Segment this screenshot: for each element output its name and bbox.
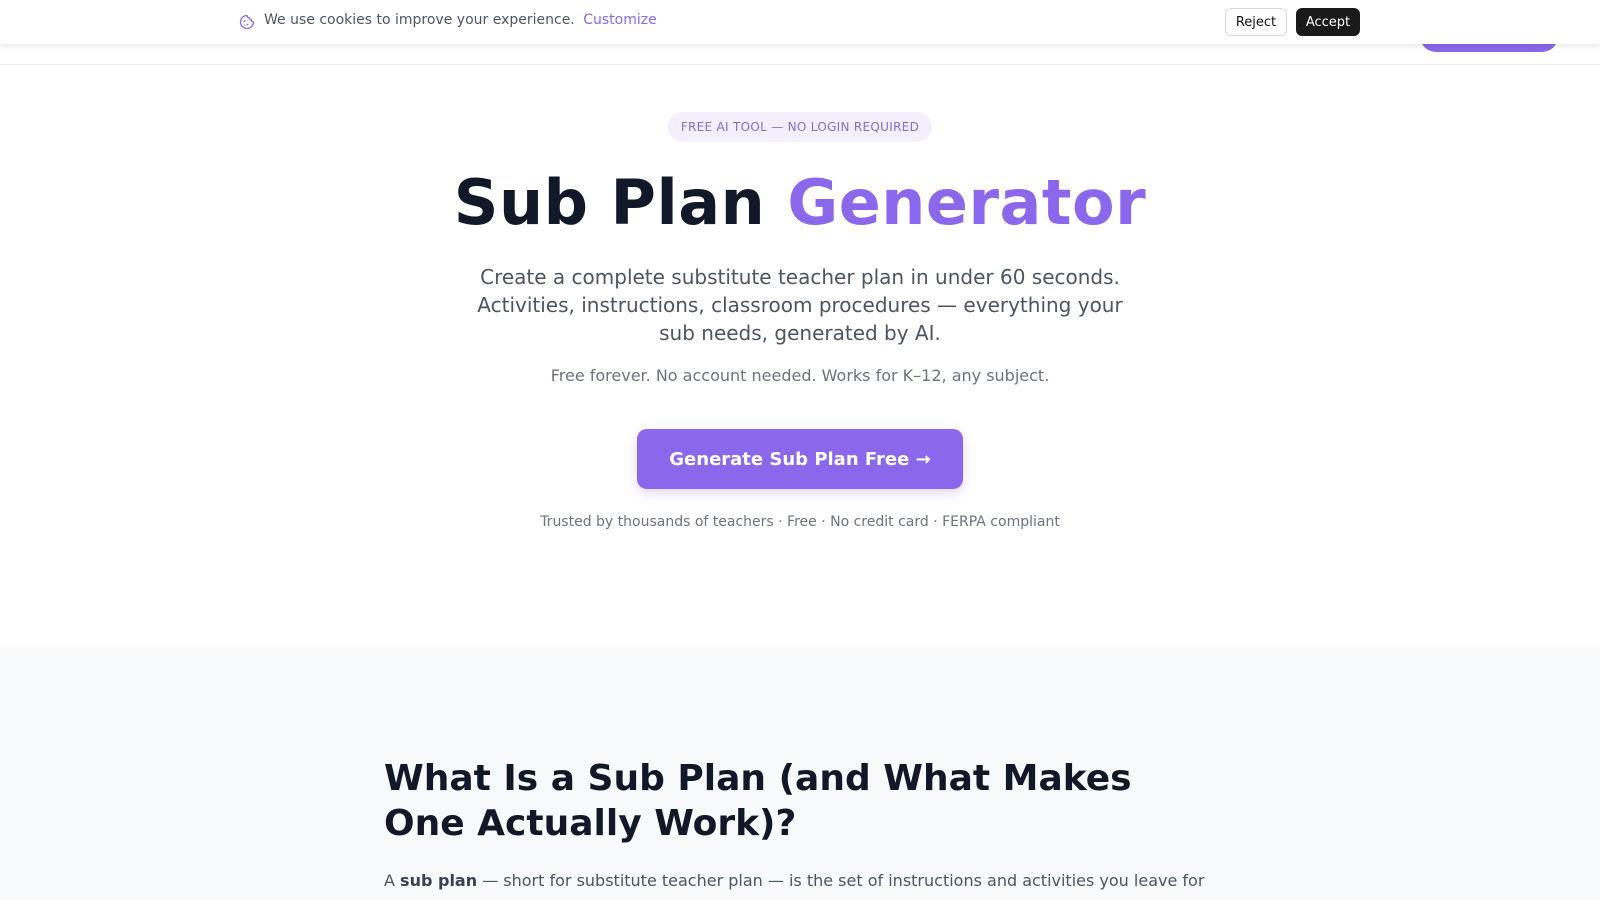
generate-sub-plan-button[interactable]: Generate Sub Plan Free → bbox=[637, 429, 963, 489]
hero-subtext: Free forever. No account needed. Works f… bbox=[550, 366, 1050, 385]
cookie-icon bbox=[239, 14, 255, 30]
accept-button[interactable]: Accept bbox=[1296, 8, 1360, 36]
reject-button[interactable]: Reject bbox=[1225, 8, 1287, 36]
hero-description: Create a complete substitute teacher pla… bbox=[477, 265, 1123, 345]
hero-badge: FREE AI TOOL — NO LOGIN REQUIRED bbox=[667, 112, 933, 142]
section-body: A sub plan — short for substitute teache… bbox=[384, 871, 1224, 890]
title-accent: Generator bbox=[787, 166, 1147, 239]
customize-link[interactable]: Customize bbox=[583, 12, 657, 28]
section-title: What Is a Sub Plan (and What Makes One A… bbox=[384, 758, 1132, 844]
cookie-message: We use cookies to improve your experienc… bbox=[264, 12, 657, 28]
page-title: Sub Plan Generator bbox=[0, 166, 1600, 239]
hero-section: FREE AI TOOL — NO LOGIN REQUIRED Sub Pla… bbox=[0, 65, 1600, 645]
body-rest: — short for substitute teacher plan — is… bbox=[482, 871, 1205, 890]
body-bold: sub plan bbox=[400, 871, 478, 890]
what-is-section: What Is a Sub Plan (and What Makes One A… bbox=[0, 645, 1600, 900]
cookie-message-text: We use cookies to improve your experienc… bbox=[264, 12, 575, 28]
body-prefix: A bbox=[384, 871, 395, 890]
cookie-banner: We use cookies to improve your experienc… bbox=[0, 0, 1600, 44]
title-main: Sub Plan bbox=[453, 166, 766, 239]
trust-line: Trusted by thousands of teachers · Free … bbox=[540, 514, 1060, 530]
